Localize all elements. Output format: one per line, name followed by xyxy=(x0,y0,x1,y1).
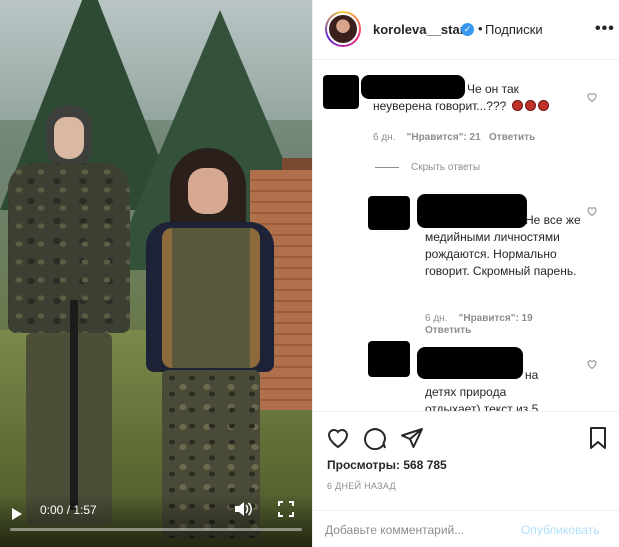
avatar-image xyxy=(327,13,359,45)
comment-meta: 6 дн. "Нравится": 21 Ответить xyxy=(373,132,535,144)
like-comment-heart-icon[interactable] xyxy=(586,358,598,370)
avatar[interactable] xyxy=(325,11,361,47)
add-comment-bar: Опубликовать xyxy=(313,510,619,547)
video-person-young-man xyxy=(8,105,130,525)
comment-text: Че он так неуверена говорит...??? xyxy=(373,81,579,115)
comment-likes[interactable]: "Нравится": 19 xyxy=(459,313,533,324)
comment-age: 6 дн. xyxy=(425,313,448,324)
bookmark-icon[interactable] xyxy=(586,426,610,450)
redacted-avatar xyxy=(323,75,359,109)
reply-label[interactable]: Ответить xyxy=(425,325,471,336)
verified-badge-icon: ✓ xyxy=(461,23,474,36)
like-comment-heart-icon[interactable] xyxy=(586,205,598,217)
post-date: 6 ДНЕЙ НАЗАД xyxy=(327,481,396,491)
redacted-avatar xyxy=(368,196,410,230)
more-options-icon[interactable]: ••• xyxy=(595,21,615,37)
comment-likes[interactable]: "Нравится": 21 xyxy=(407,132,481,143)
comments-list[interactable]: Че он так неуверена говорит...??? 6 дн. … xyxy=(313,61,619,411)
comment-text: Не все же медийными личностями рождаются… xyxy=(425,212,585,280)
post-panel: koroleva__star ✓ • Подписки ••• Че он та… xyxy=(312,0,619,547)
post-actions: Просмотры: 568 785 6 ДНЕЙ НАЗАД Опублико… xyxy=(313,411,619,547)
add-comment-input[interactable] xyxy=(325,521,515,539)
post-header: koroleva__star ✓ • Подписки ••• xyxy=(313,0,619,60)
volume-icon[interactable] xyxy=(234,501,252,517)
camo-hoodie xyxy=(8,163,130,333)
following-button[interactable]: Подписки xyxy=(485,22,543,38)
publish-button[interactable]: Опубликовать xyxy=(521,523,599,537)
comment-text-content: Че он так неуверена говорит...??? xyxy=(373,82,519,113)
video-person-woman xyxy=(140,148,280,538)
hide-replies-line xyxy=(375,167,399,168)
video-controls xyxy=(0,494,312,547)
devil-emoji-icon xyxy=(511,100,523,111)
face xyxy=(54,117,84,159)
share-paper-plane-icon[interactable] xyxy=(400,426,424,450)
vest xyxy=(162,228,260,368)
devil-emoji-icon xyxy=(524,100,536,111)
hide-replies-button[interactable]: Скрыть ответы xyxy=(411,162,480,174)
like-heart-icon[interactable] xyxy=(326,426,350,450)
comment-text-content: Не все же медийными личностями рождаются… xyxy=(425,213,581,278)
reply-button[interactable]: Ответить xyxy=(489,132,535,143)
separator-dot: • xyxy=(478,21,483,36)
video-time: 0:00 / 1:57 xyxy=(40,503,97,517)
video-player[interactable]: 0:00 / 1:57 xyxy=(0,0,312,547)
comment-bubble-icon[interactable] xyxy=(363,426,387,450)
like-comment-heart-icon[interactable] xyxy=(586,91,598,103)
fullscreen-icon[interactable] xyxy=(278,501,294,517)
reply-button[interactable]: Ответить xyxy=(425,325,471,337)
video-progress-bar[interactable] xyxy=(10,528,302,531)
username[interactable]: koroleva__star xyxy=(373,22,465,38)
devil-emoji-icon xyxy=(537,100,549,111)
comment-text: на детях природа отдыхает) текст из 5 xyxy=(425,367,545,411)
shovel xyxy=(70,300,78,510)
comment-meta: 6 дн. "Нравится": 19 xyxy=(425,313,533,325)
face xyxy=(188,168,228,214)
views-count[interactable]: Просмотры: 568 785 xyxy=(327,458,447,472)
comment-text-content: на детях природа отдыхает) текст из 5 xyxy=(425,368,539,411)
redacted-avatar xyxy=(368,341,410,377)
comment-age: 6 дн. xyxy=(373,132,396,143)
play-icon[interactable] xyxy=(12,508,22,520)
